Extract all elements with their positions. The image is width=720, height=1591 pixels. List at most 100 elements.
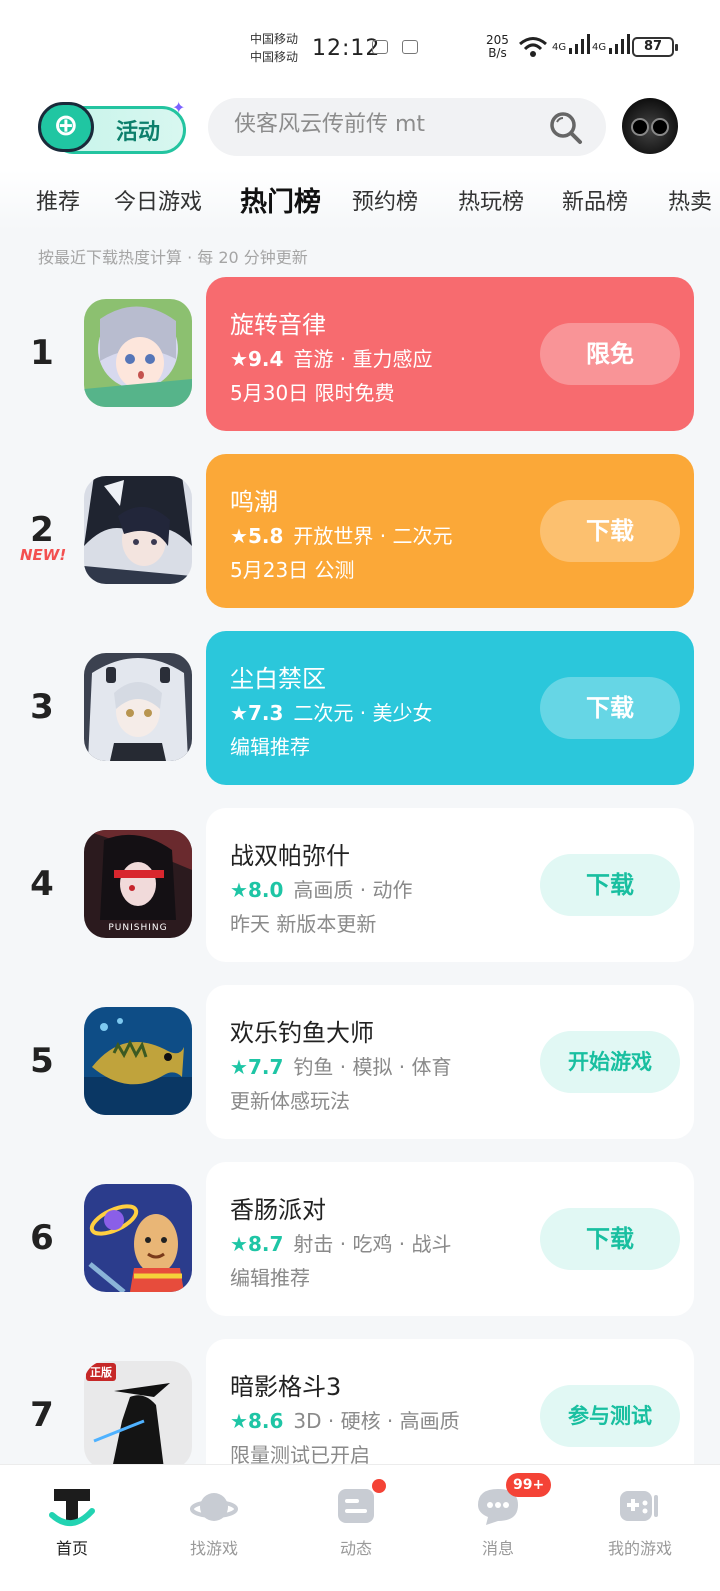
activity-logo-button[interactable]: ⊕ 活动 ✦ — [34, 98, 186, 156]
star-icon: ★ — [230, 524, 248, 548]
game-name: 旋转音律 — [230, 311, 326, 339]
game-meta: ★8.6 3D · 硬核 · 高画质 — [230, 1405, 460, 1434]
game-icon[interactable]: PUNISHING — [84, 830, 192, 938]
home-icon — [49, 1489, 95, 1526]
game-meta: ★7.3 二次元 · 美少女 — [230, 697, 432, 726]
game-tags: 二次元 · 美少女 — [293, 701, 433, 725]
game-icon[interactable] — [84, 1184, 192, 1292]
start-game-button[interactable]: 开始游戏 — [540, 1031, 680, 1093]
tab-hot-play-chart[interactable]: 热玩榜 — [458, 184, 524, 216]
star-icon: ★ — [230, 1409, 248, 1433]
avatar-eye — [651, 118, 669, 136]
rank-number: 5 — [30, 1041, 54, 1081]
game-tags: 高画质 · 动作 — [293, 878, 413, 902]
game-icon[interactable] — [84, 653, 192, 761]
game-card[interactable]: 香肠派对 ★8.7 射击 · 吃鸡 · 战斗 编辑推荐 下载 — [206, 1162, 694, 1316]
game-row[interactable]: 3 尘白禁区 ★7.3 二次元 · 美少女 编辑推荐 下载 — [0, 631, 720, 785]
game-row[interactable]: 5 欢乐钓鱼大师 ★7.7 钓鱼 · 模拟 · 体育 更新体感玩法 开始游戏 — [0, 985, 720, 1139]
game-card[interactable]: 尘白禁区 ★7.3 二次元 · 美少女 编辑推荐 下载 — [206, 631, 694, 785]
wifi-icon — [519, 37, 547, 57]
new-badge: NEW! — [20, 546, 67, 564]
game-meta: ★8.7 射击 · 吃鸡 · 战斗 — [230, 1228, 452, 1257]
rank-number: 2 — [30, 510, 54, 550]
game-row[interactable]: 4 PUNISHING 战双帕弥什 ★8.0 高画质 · 动作 昨天 新版本更新 … — [0, 808, 720, 962]
game-row[interactable]: 6 香肠派对 ★8.7 射击 · 吃鸡 · 战斗 编辑推荐 下载 — [0, 1162, 720, 1316]
tab-hot-chart[interactable]: 热门榜 — [238, 180, 323, 219]
game-icon[interactable] — [84, 1007, 192, 1115]
game-desc: 5月30日 限时免费 — [230, 381, 395, 405]
battery-indicator: 87 — [632, 37, 678, 57]
nav-feed[interactable]: 动态 — [294, 1465, 414, 1591]
tab-today-games[interactable]: 今日游戏 — [114, 184, 202, 216]
game-card[interactable]: 旋转音律 ★9.4 音游 · 重力感应 5月30日 限时免费 限免 — [206, 277, 694, 431]
category-tabs: 推荐 今日游戏 热门榜 预约榜 热玩榜 新品榜 热卖 — [0, 170, 720, 230]
game-score: 8.6 — [247, 1409, 284, 1433]
free-button[interactable]: 限免 — [540, 323, 680, 385]
nav-messages[interactable]: 99+ 消息 — [436, 1465, 556, 1591]
notification-dot — [372, 1479, 386, 1493]
game-tags: 音游 · 重力感应 — [293, 347, 433, 371]
game-name: 欢乐钓鱼大师 — [230, 1019, 374, 1047]
carrier-1: 中国移动 — [250, 32, 299, 46]
search-input[interactable] — [234, 112, 534, 137]
nav-label: 我的游戏 — [607, 1539, 672, 1558]
game-tags: 3D · 硬核 · 高画质 — [293, 1409, 460, 1433]
game-tags: 开放世界 · 二次元 — [293, 524, 453, 548]
user-avatar[interactable] — [622, 98, 678, 154]
download-button[interactable]: 下载 — [540, 1208, 680, 1270]
signal-2-label: 4G — [592, 42, 607, 53]
game-desc: 5月23日 公测 — [230, 558, 355, 582]
game-card[interactable]: 欢乐钓鱼大师 ★7.7 钓鱼 · 模拟 · 体育 更新体感玩法 开始游戏 — [206, 985, 694, 1139]
game-desc: 编辑推荐 — [230, 1266, 310, 1290]
rank-number: 4 — [30, 864, 54, 904]
nav-label: 消息 — [481, 1539, 514, 1558]
tab-new-chart[interactable]: 新品榜 — [562, 184, 628, 216]
game-tags: 钓鱼 · 模拟 · 体育 — [293, 1055, 452, 1079]
game-score: 8.0 — [247, 878, 284, 902]
download-button[interactable]: 下载 — [540, 500, 680, 562]
game-desc: 昨天 新版本更新 — [230, 912, 377, 936]
nav-my-games[interactable]: 我的游戏 — [578, 1465, 698, 1591]
tab-best-seller[interactable]: 热卖 — [668, 184, 712, 216]
notification-icon — [372, 40, 388, 54]
tab-recommend[interactable]: 推荐 — [36, 184, 80, 216]
sparkle-icon: ✦ — [172, 98, 186, 117]
logo-text: 活动 — [116, 120, 161, 145]
nav-label: 动态 — [339, 1539, 372, 1558]
download-button[interactable]: 下载 — [540, 854, 680, 916]
game-meta: ★7.7 钓鱼 · 模拟 · 体育 — [230, 1051, 452, 1080]
game-row[interactable]: 1 旋转音律 ★9.4 音游 · 重力感应 5月30日 限时免费 限免 — [0, 277, 720, 431]
ranking-note: 按最近下载热度计算 · 每 20 分钟更新 — [38, 248, 308, 267]
rank-number: 1 — [30, 333, 54, 373]
game-score: 5.8 — [247, 524, 284, 548]
game-icon[interactable]: 正版 — [84, 1361, 192, 1469]
game-score: 9.4 — [247, 347, 284, 371]
game-score: 7.7 — [247, 1055, 284, 1079]
nav-label: 首页 — [55, 1539, 88, 1558]
planet-icon — [190, 1493, 238, 1521]
star-icon: ★ — [230, 1055, 248, 1079]
icon-caption: 正版 — [90, 1365, 112, 1379]
game-meta: ★8.0 高画质 · 动作 — [230, 874, 412, 903]
game-desc: 编辑推荐 — [230, 735, 310, 759]
game-icon[interactable] — [84, 299, 192, 407]
search-bar[interactable] — [208, 98, 606, 156]
game-name: 暗影格斗3 — [230, 1373, 342, 1401]
join-test-button[interactable]: 参与测试 — [540, 1385, 680, 1447]
nav-home[interactable]: 首页 — [10, 1465, 130, 1591]
game-card[interactable]: 鸣潮 ★5.8 开放世界 · 二次元 5月23日 公测 下载 — [206, 454, 694, 608]
nav-find-games[interactable]: 找游戏 — [152, 1465, 272, 1591]
game-score: 8.7 — [247, 1232, 284, 1256]
search-icon[interactable] — [548, 110, 584, 146]
game-icon[interactable] — [84, 476, 192, 584]
avatar-eye — [631, 118, 649, 136]
star-icon: ★ — [230, 1232, 248, 1256]
tab-reservation-chart[interactable]: 预约榜 — [352, 184, 418, 216]
nav-label: 找游戏 — [189, 1539, 238, 1558]
download-button[interactable]: 下载 — [540, 677, 680, 739]
game-card[interactable]: 战双帕弥什 ★8.0 高画质 · 动作 昨天 新版本更新 下载 — [206, 808, 694, 962]
status-bar: 中国移动 中国移动 12:12 205 B/s 4G 4G 87 — [0, 0, 720, 90]
icon-caption: PUNISHING — [108, 923, 167, 933]
signal-1-label: 4G — [552, 42, 567, 53]
game-row[interactable]: 2 NEW! 鸣潮 ★5.8 开放世界 · 二次元 5月23日 公测 下载 — [0, 454, 720, 608]
